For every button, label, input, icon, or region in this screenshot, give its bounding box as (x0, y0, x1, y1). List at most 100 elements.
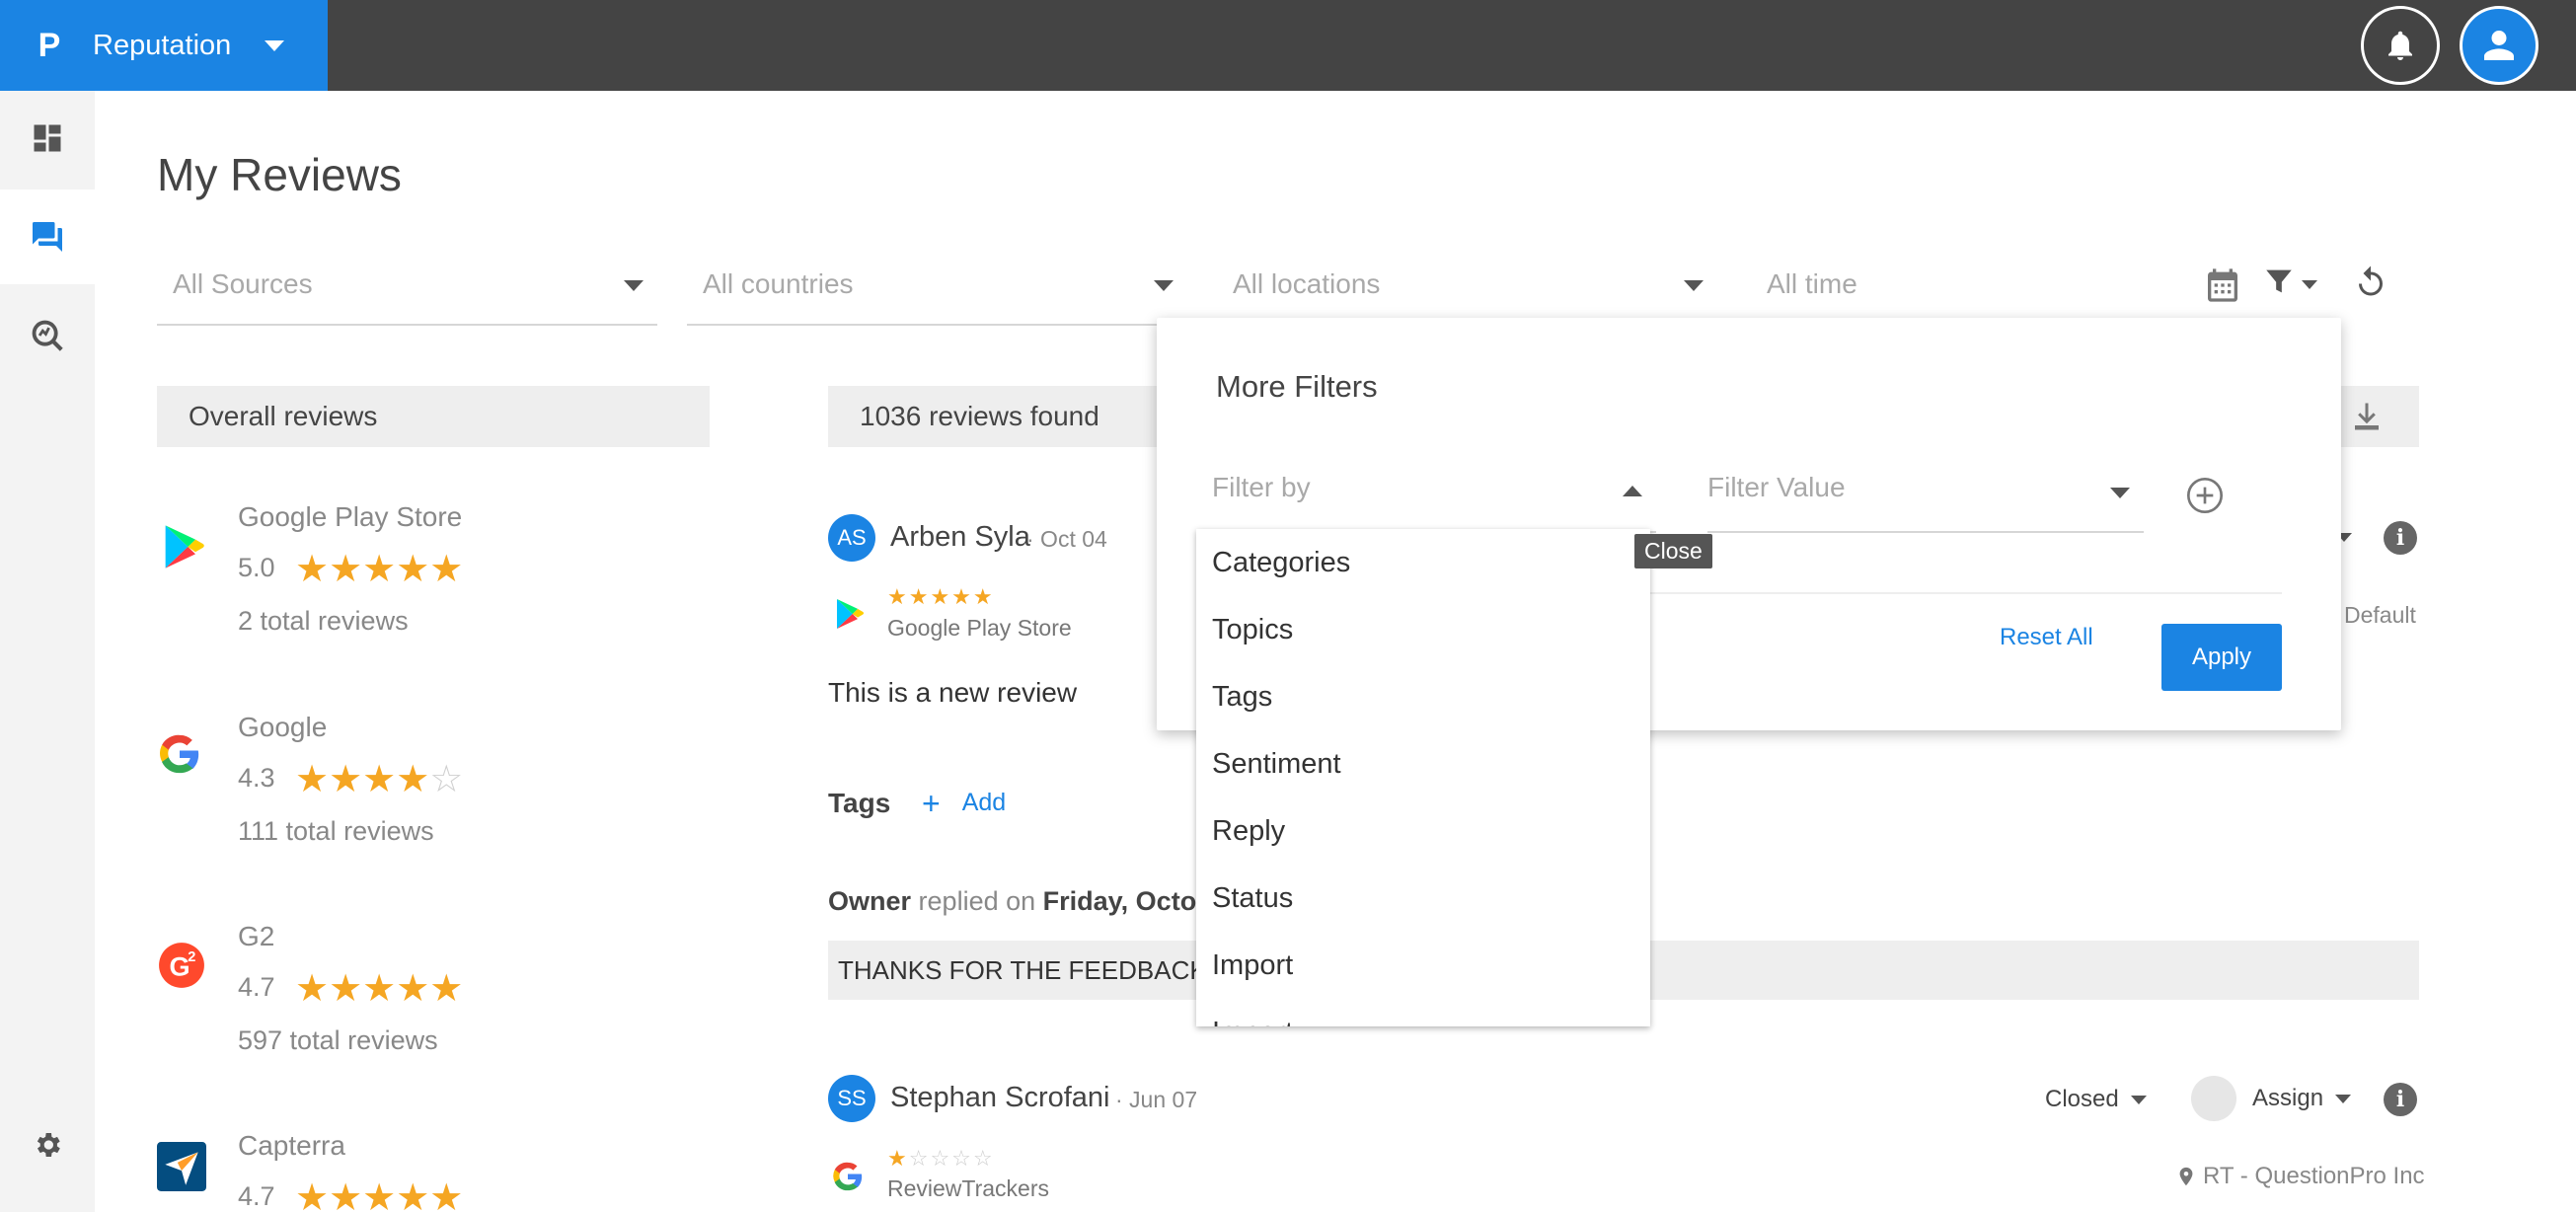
review-date: · Oct 04 (1026, 526, 1107, 552)
dropdown-option-reply[interactable]: Reply (1196, 797, 1650, 865)
gear-icon (37, 1133, 60, 1157)
dropdown-option-categories[interactable]: Categories (1196, 529, 1650, 596)
bell-icon (2388, 31, 2412, 60)
review-location: Default (2344, 602, 2416, 628)
reply-meta: Owner replied on Friday, Octo (828, 886, 1196, 917)
google-icon (157, 731, 208, 783)
add-tag-button[interactable]: + Add (922, 788, 1007, 819)
dropdown-option-topics[interactable]: Topics (1196, 596, 1650, 663)
source-summary-g2[interactable]: G2 G2 4.7 ★★★★★ 597 total reviews (157, 921, 710, 1118)
chat-bubbles-icon (33, 222, 62, 252)
time-select[interactable]: All time (1751, 255, 2185, 326)
assign-select[interactable]: Assign (2191, 1076, 2352, 1121)
chevron-down-icon (2335, 1094, 2352, 1103)
chevron-down-icon (1154, 280, 1174, 291)
app-switcher[interactable]: P Reputation (0, 0, 328, 91)
g2-icon: G2 (157, 941, 208, 992)
dropdown-option-sentiment[interactable]: Sentiment (1196, 730, 1650, 797)
page-title: My Reviews (157, 149, 402, 200)
popup-title: More Filters (1216, 369, 1378, 404)
filter-by-select[interactable]: Filter by (1212, 456, 1656, 533)
review-source: ReviewTrackers (887, 1175, 1050, 1201)
filter-value-select[interactable]: Filter Value (1707, 456, 2144, 533)
calendar-button[interactable] (2203, 265, 2242, 306)
reviewer-name: Arben Syla (890, 521, 1030, 553)
source-summary-google-play[interactable]: Google Play Store 5.0 ★★★★★ 2 total revi… (157, 501, 710, 699)
source-total: 2 total reviews (238, 606, 409, 636)
location-pin-icon (2179, 1167, 2193, 1186)
download-button[interactable] (2349, 399, 2385, 439)
chevron-down-icon (2302, 279, 2317, 289)
more-filters-button[interactable] (2262, 265, 2317, 298)
add-filter-button[interactable] (2185, 476, 2225, 520)
review-location: RT - QuestionPro Inc (2175, 1163, 2425, 1190)
filter-by-placeholder: Filter by (1212, 472, 1311, 502)
locations-select-value: All locations (1233, 268, 1381, 299)
svg-text:2: 2 (188, 949, 195, 965)
star-rating: ★★★★★ (295, 968, 464, 1010)
source-rating: 4.3 (238, 763, 275, 793)
status-select[interactable]: Closed (2045, 1086, 2147, 1113)
user-icon (2484, 31, 2514, 60)
avatar: SS (828, 1075, 875, 1122)
countries-select[interactable]: All countries (687, 255, 1187, 326)
chevron-down-icon (2130, 1095, 2147, 1104)
profile-button[interactable] (2460, 6, 2538, 85)
reply-owner: Owner (828, 886, 912, 916)
dropdown-option-more[interactable]: Import… (1196, 999, 1650, 1026)
tags-label: Tags (828, 788, 891, 818)
assign-label: Assign (2252, 1085, 2324, 1111)
review-text: This is a new review (828, 677, 1078, 708)
countries-select-value: All countries (703, 268, 854, 299)
plus-circle-icon (2187, 478, 2223, 513)
source-summary-google[interactable]: Google 4.3 ★★★★☆ 111 total reviews (157, 712, 710, 909)
star-rating: ★★★★★ (295, 1177, 464, 1212)
info-icon[interactable]: i (2384, 521, 2417, 555)
app-logo: P (38, 26, 61, 64)
reset-filters-button[interactable] (2353, 265, 2388, 300)
info-icon[interactable]: i (2384, 1083, 2417, 1116)
google-play-icon (831, 596, 867, 637)
sources-select-value: All Sources (173, 268, 313, 299)
time-select-value: All time (1767, 268, 1857, 299)
location-label: RT - QuestionPro Inc (2203, 1163, 2425, 1189)
locations-select[interactable]: All locations (1217, 255, 1717, 326)
source-rating: 5.0 (238, 553, 275, 582)
apply-button[interactable]: Apply (2161, 624, 2282, 691)
close-tooltip: Close (1634, 534, 1712, 568)
star-rating: ★★★★★ (295, 549, 464, 590)
dropdown-option-status[interactable]: Status (1196, 865, 1650, 932)
source-rating: 4.7 (238, 972, 275, 1002)
source-summary-capterra[interactable]: Capterra 4.7 ★★★★★ (157, 1130, 710, 1212)
source-rating: 4.7 (238, 1181, 275, 1211)
add-tag-label: Add (961, 789, 1007, 816)
filter-icon (2266, 269, 2292, 293)
reviewer-name: Stephan Scrofani (890, 1082, 1110, 1113)
source-total: 111 total reviews (238, 816, 434, 846)
nav-reviews[interactable] (0, 189, 95, 284)
nav-settings[interactable] (0, 1098, 95, 1192)
chevron-down-icon (265, 39, 285, 51)
source-name: Google Play Store (238, 501, 463, 532)
left-nav (0, 91, 95, 1212)
reply-date: Friday, Octo (1042, 886, 1197, 916)
top-bar: P Reputation (0, 0, 2576, 91)
overall-reviews-header: Overall reviews (157, 386, 710, 447)
chevron-up-icon (1623, 486, 1642, 496)
reset-all-button[interactable]: Reset All (2000, 624, 2093, 651)
dropdown-option-import[interactable]: Import (1196, 932, 1650, 999)
source-name: Google (238, 712, 328, 742)
nav-dashboard[interactable] (0, 91, 95, 186)
star-rating: ★★★★☆ (295, 759, 464, 800)
source-name: Capterra (238, 1130, 345, 1161)
dropdown-option-tags[interactable]: Tags (1196, 663, 1650, 730)
filter-value-placeholder: Filter Value (1707, 472, 1846, 502)
review-stars: ★★★★★ (887, 584, 995, 609)
filter-by-dropdown: Categories Topics Tags Sentiment Reply S… (1196, 529, 1650, 1026)
notifications-button[interactable] (2361, 6, 2440, 85)
google-icon (831, 1160, 865, 1198)
sources-select[interactable]: All Sources (157, 255, 657, 326)
nav-search-analytics[interactable] (0, 288, 95, 383)
user-avatar-icon (2191, 1076, 2236, 1121)
review-date: · Jun 07 (1115, 1087, 1198, 1112)
